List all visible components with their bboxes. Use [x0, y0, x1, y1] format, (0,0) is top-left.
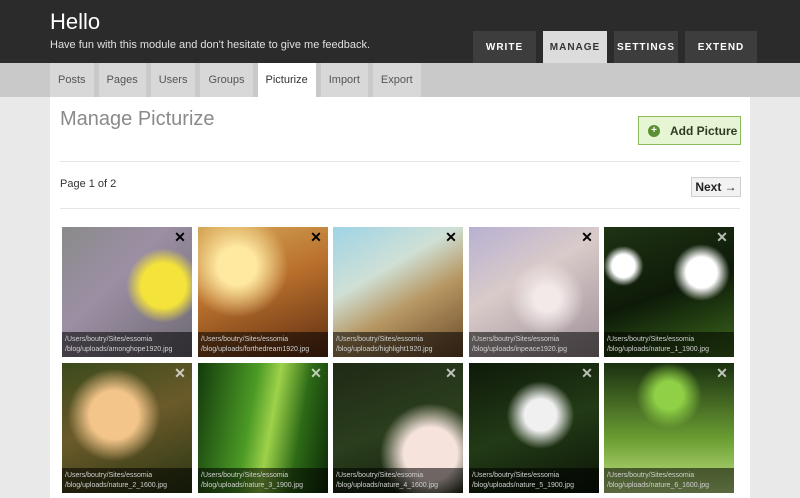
- picture-tile[interactable]: ✕ /Users/boutry/Sites/essomia/blog/uploa…: [469, 227, 599, 357]
- picture-path: /Users/boutry/Sites/essomia/blog/uploads…: [62, 332, 192, 357]
- main-nav-write[interactable]: WRITE: [473, 31, 536, 63]
- picture-tile[interactable]: ✕ /Users/boutry/Sites/essomia/blog/uploa…: [62, 363, 192, 493]
- close-icon[interactable]: ✕: [580, 366, 594, 380]
- picture-path: /Users/boutry/Sites/essomia/blog/uploads…: [198, 332, 328, 357]
- picture-path: /Users/boutry/Sites/essomia/blog/uploads…: [198, 468, 328, 493]
- picture-tile[interactable]: ✕ /Users/boutry/Sites/essomia/blog/uploa…: [469, 363, 599, 493]
- main-nav-manage[interactable]: MANAGE: [543, 31, 607, 63]
- app-subtitle: Have fun with this module and don't hesi…: [50, 39, 371, 51]
- add-picture-button[interactable]: + Add Picture: [638, 116, 741, 145]
- picture-tile[interactable]: ✕ /Users/boutry/Sites/essomia/blog/uploa…: [604, 363, 734, 493]
- sub-nav-tabs: Posts Pages Users Groups Picturize Impor…: [50, 63, 426, 97]
- close-icon[interactable]: ✕: [580, 230, 594, 244]
- plus-circle-icon: +: [648, 124, 660, 137]
- picture-path: /Users/boutry/Sites/essomia/blog/uploads…: [62, 468, 192, 493]
- close-icon[interactable]: ✕: [309, 366, 323, 380]
- tab-posts[interactable]: Posts: [50, 63, 94, 97]
- picture-tile[interactable]: ✕ /Users/boutry/Sites/essomia/blog/uploa…: [198, 363, 328, 493]
- tab-groups[interactable]: Groups: [200, 63, 253, 97]
- tab-picturize[interactable]: Picturize: [257, 63, 316, 97]
- close-icon[interactable]: ✕: [444, 366, 458, 380]
- tab-users[interactable]: Users: [150, 63, 196, 97]
- tab-export[interactable]: Export: [372, 63, 421, 97]
- picture-path: /Users/boutry/Sites/essomia/blog/uploads…: [333, 332, 463, 357]
- close-icon[interactable]: ✕: [444, 230, 458, 244]
- close-icon[interactable]: ✕: [173, 366, 187, 380]
- close-icon[interactable]: ✕: [173, 230, 187, 244]
- app-header: Hello Have fun with this module and don'…: [0, 0, 800, 63]
- page-title: Manage Picturize: [60, 108, 215, 130]
- main-nav-settings[interactable]: SETTINGS: [614, 31, 678, 63]
- picture-path: /Users/boutry/Sites/essomia/blog/uploads…: [469, 332, 599, 357]
- picture-path: /Users/boutry/Sites/essomia/blog/uploads…: [604, 332, 734, 357]
- picture-tile[interactable]: ✕ /Users/boutry/Sites/essomia/blog/uploa…: [604, 227, 734, 357]
- main-nav: WRITE MANAGE SETTINGS EXTEND: [473, 31, 757, 63]
- close-icon[interactable]: ✕: [309, 230, 323, 244]
- tab-pages[interactable]: Pages: [98, 63, 146, 97]
- divider: [60, 161, 740, 162]
- picture-path: /Users/boutry/Sites/essomia/blog/uploads…: [469, 468, 599, 493]
- picture-path: /Users/boutry/Sites/essomia/blog/uploads…: [333, 468, 463, 493]
- picture-tile[interactable]: ✕ /Users/boutry/Sites/essomia/blog/uploa…: [333, 227, 463, 357]
- tab-import[interactable]: Import: [320, 63, 368, 97]
- picture-tile[interactable]: ✕ /Users/boutry/Sites/essomia/blog/uploa…: [333, 363, 463, 493]
- add-picture-label: Add Picture: [670, 123, 738, 138]
- picture-tile[interactable]: ✕ /Users/boutry/Sites/essomia/blog/uploa…: [198, 227, 328, 357]
- page-indicator: Page 1 of 2: [60, 178, 117, 190]
- app-title: Hello: [50, 9, 101, 34]
- divider: [60, 208, 740, 209]
- main-nav-extend[interactable]: EXTEND: [685, 31, 757, 63]
- picture-path: /Users/boutry/Sites/essomia/blog/uploads…: [604, 468, 734, 493]
- sub-nav: Posts Pages Users Groups Picturize Impor…: [0, 63, 800, 97]
- close-icon[interactable]: ✕: [715, 230, 729, 244]
- close-icon[interactable]: ✕: [715, 366, 729, 380]
- content-panel: Manage Picturize + Add Picture Page 1 of…: [50, 97, 750, 498]
- next-page-button[interactable]: Next →: [691, 177, 741, 197]
- picture-tile[interactable]: ✕ /Users/boutry/Sites/essomia/blog/uploa…: [62, 227, 192, 357]
